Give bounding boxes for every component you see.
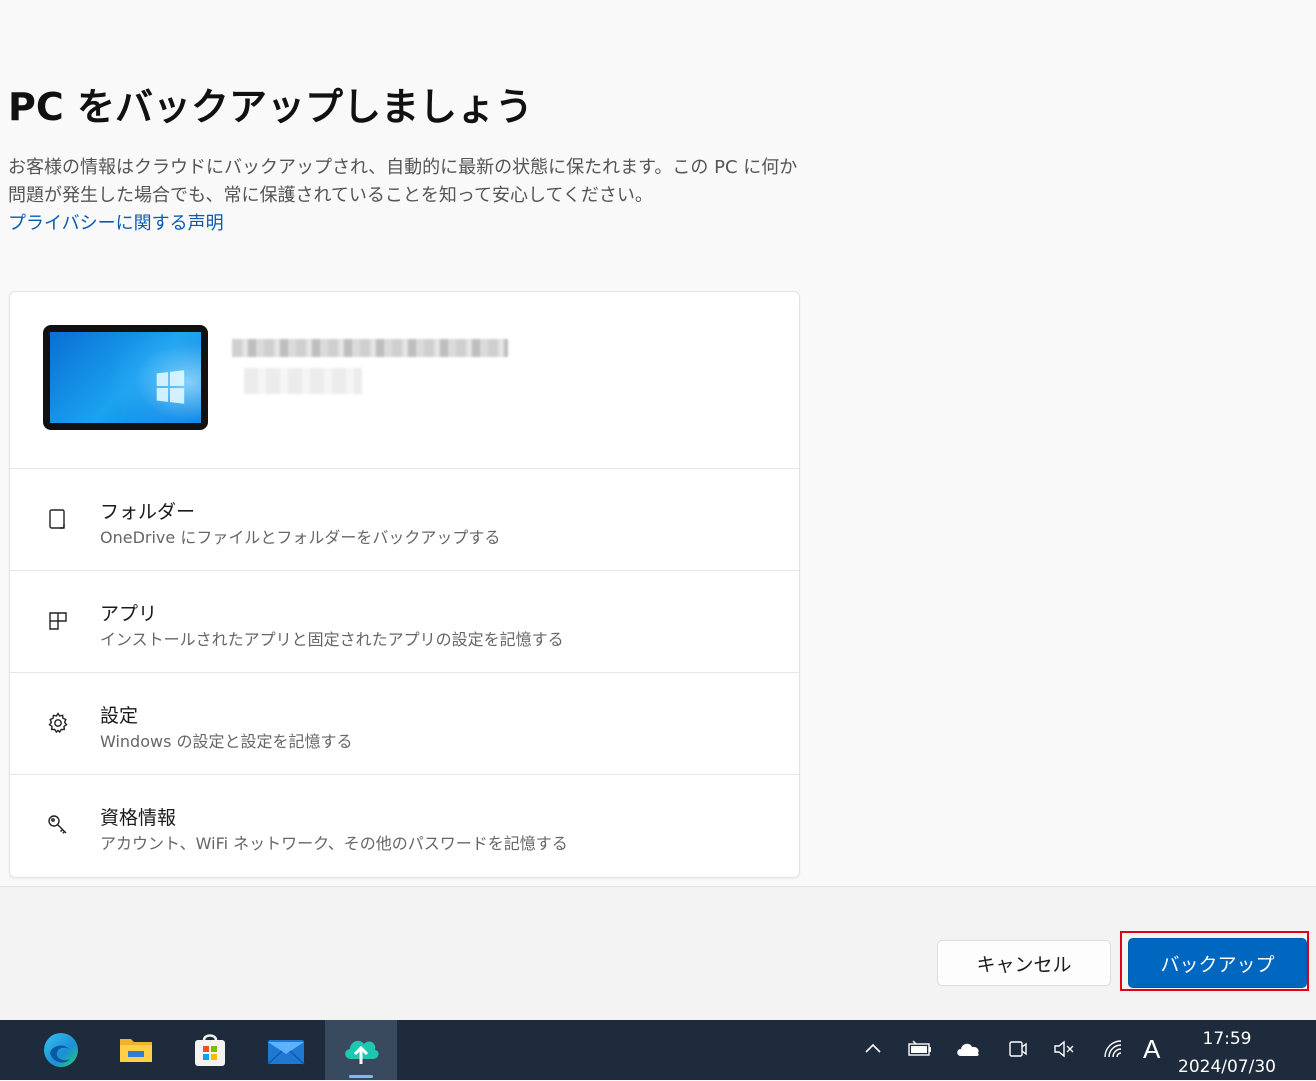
device-row: [10, 292, 799, 469]
mail-icon[interactable]: [250, 1020, 322, 1080]
wifi-icon[interactable]: [1101, 1036, 1127, 1062]
option-description: インストールされたアプリと固定されたアプリの設定を記憶する: [100, 630, 564, 649]
option-label: アプリ: [100, 603, 158, 625]
clock-date: 2024/07/30: [1178, 1057, 1276, 1077]
device-screen: [50, 332, 201, 423]
folder-icon: [46, 507, 70, 531]
option-description: Windows の設定と設定を記憶する: [100, 732, 353, 751]
ime-indicator[interactable]: A: [1143, 1034, 1160, 1065]
apps-icon: [46, 609, 70, 633]
backup-app-icon[interactable]: [325, 1020, 397, 1080]
battery-icon[interactable]: [907, 1036, 933, 1062]
option-apps[interactable]: アプリ インストールされたアプリと固定されたアプリの設定を記憶する: [10, 571, 799, 673]
option-label: フォルダー: [100, 501, 196, 523]
option-label: 資格情報: [100, 807, 177, 829]
backup-options-card: フォルダー OneDrive にファイルとフォルダーをバックアップする アプリ …: [9, 291, 800, 878]
clock[interactable]: 17:59 2024/07/30: [1172, 1025, 1282, 1081]
option-label: 設定: [100, 705, 139, 727]
option-folders[interactable]: フォルダー OneDrive にファイルとフォルダーをバックアップする: [10, 469, 799, 571]
device-model-redacted: [244, 368, 362, 394]
onedrive-icon[interactable]: [955, 1036, 981, 1062]
option-description: アカウント、WiFi ネットワーク、その他のパスワードを記憶する: [100, 834, 568, 853]
key-icon: [46, 813, 70, 837]
page-title: PC をバックアップしましょう: [8, 85, 533, 129]
chevron-up-icon[interactable]: [860, 1036, 886, 1062]
meet-now-icon[interactable]: [1005, 1036, 1031, 1062]
volume-muted-icon[interactable]: [1051, 1036, 1077, 1062]
device-image: [43, 325, 208, 430]
option-description: OneDrive にファイルとフォルダーをバックアップする: [100, 528, 501, 547]
file-explorer-icon[interactable]: [100, 1020, 172, 1080]
store-icon[interactable]: [174, 1020, 246, 1080]
option-credentials[interactable]: 資格情報 アカウント、WiFi ネットワーク、その他のパスワードを記憶する: [10, 775, 799, 876]
device-name-redacted: [232, 339, 508, 357]
option-settings[interactable]: 設定 Windows の設定と設定を記憶する: [10, 673, 799, 775]
edge-icon[interactable]: [25, 1020, 97, 1080]
privacy-link[interactable]: プライバシーに関する声明: [8, 210, 224, 238]
gear-icon: [46, 711, 70, 735]
cancel-button[interactable]: キャンセル: [937, 940, 1111, 986]
page-description: お客様の情報はクラウドにバックアップされ、自動的に最新の状態に保たれます。この …: [8, 157, 798, 206]
footer-bar: [0, 886, 1316, 1021]
windows-logo-icon: [156, 370, 185, 404]
backup-button[interactable]: バックアップ: [1128, 938, 1307, 988]
clock-time: 17:59: [1202, 1029, 1252, 1049]
